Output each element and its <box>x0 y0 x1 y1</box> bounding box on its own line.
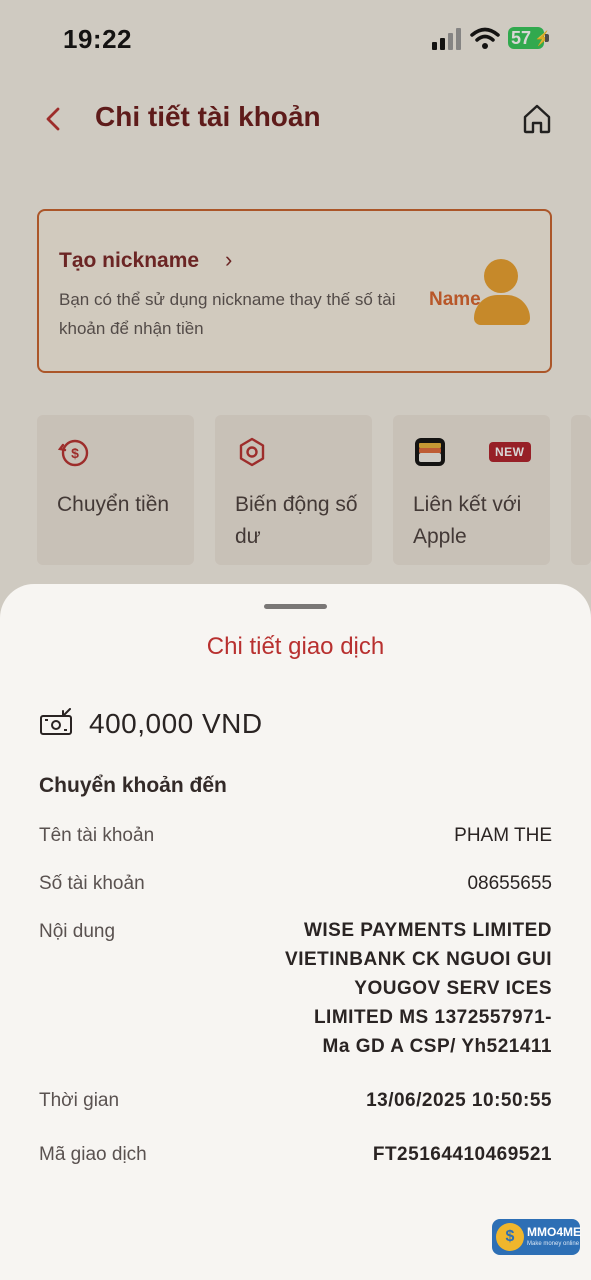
account-name-label: Tên tài khoản <box>39 825 155 846</box>
sheet-drag-handle[interactable] <box>264 604 327 609</box>
content-value: WISE PAYMENTS LIMITED VIETINBANK CK NGUO… <box>285 920 552 1057</box>
sheet-title: Chi tiết giao dịch <box>206 633 385 660</box>
transaction-amount: 400,000 VND <box>89 708 263 739</box>
account-number-label: Số tài khoản <box>39 873 145 894</box>
transaction-type: Chuyển khoản đến <box>39 774 227 797</box>
transaction-id-value: FT25164410469521 <box>372 1144 552 1165</box>
time-value: 13/06/2025 10:50:55 <box>366 1090 552 1111</box>
account-number-value: 08655655 <box>467 873 552 894</box>
time-label: Thời gian <box>39 1090 120 1111</box>
transaction-id-label: Mã giao dịch <box>39 1144 147 1165</box>
dollar-coin-icon: $ <box>496 1223 524 1251</box>
content-label: Nội dung <box>39 921 116 942</box>
transaction-detail-sheet: Chi tiết giao dịch 400,000 VND Chuyển kh… <box>0 584 591 1280</box>
watermark-subtext: Make money online <box>527 1241 580 1247</box>
account-name-value: PHAM THE <box>454 825 552 846</box>
incoming-money-icon <box>40 708 72 735</box>
watermark-text: MMO4ME <box>527 1225 581 1239</box>
mmo4me-watermark: $ MMO4ME Make money online <box>492 1219 581 1255</box>
